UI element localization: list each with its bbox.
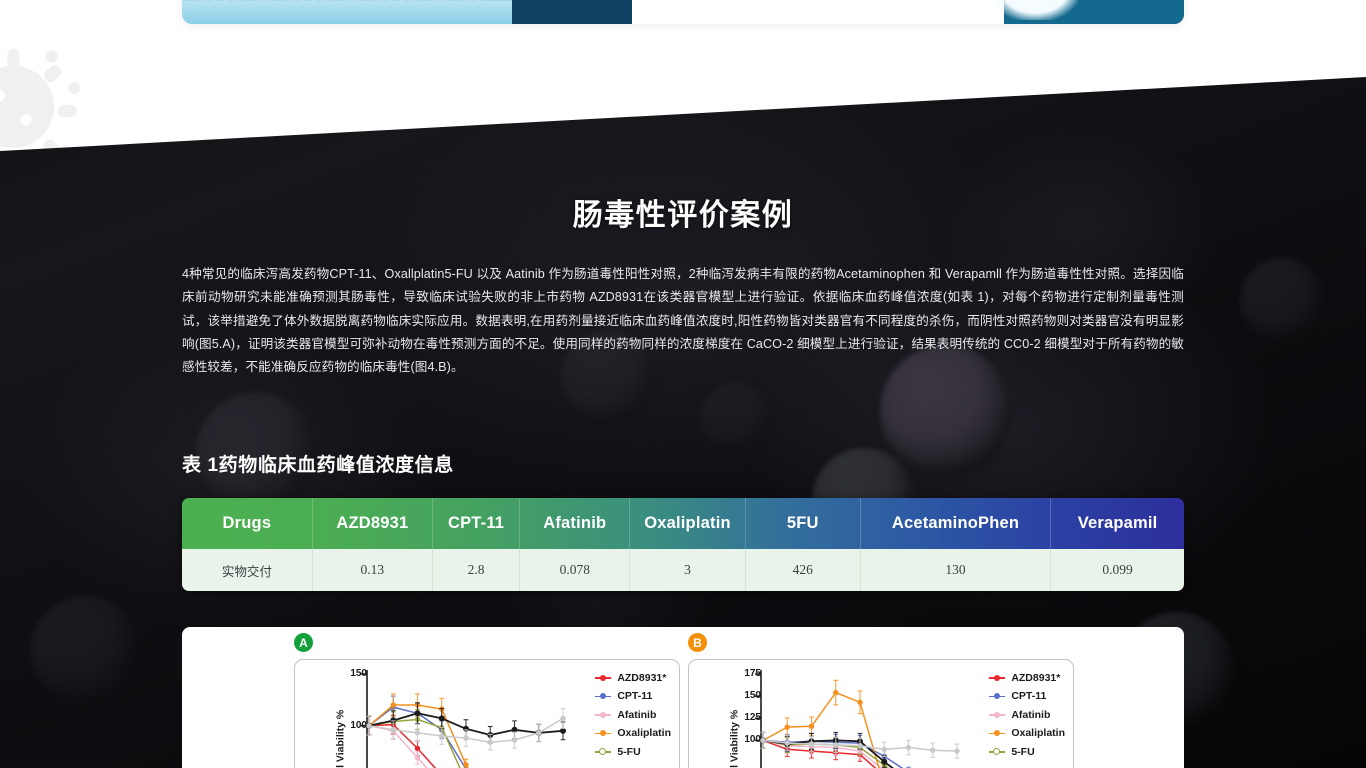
chart-legend-item: CPT-11 bbox=[989, 689, 1065, 704]
table-cell: 426 bbox=[745, 549, 861, 591]
table-header-cell: AcetaminoPhen bbox=[860, 498, 1052, 549]
figure-card: A Cell Viability % 100 150 AZD8931* CPT-11… bbox=[182, 627, 1184, 768]
legend-marker-icon bbox=[989, 747, 1006, 756]
table-row: 实物交付 0.13 2.8 0.078 3 426 130 0.099 bbox=[182, 549, 1184, 591]
legend-item-label: 5-FU bbox=[1011, 745, 1035, 758]
legend-marker-icon bbox=[595, 710, 612, 719]
table-cell: 2.8 bbox=[432, 549, 521, 591]
legend-marker-icon bbox=[989, 710, 1006, 719]
plot-box-b: Cell Viability % 100 125 150 175 AZD8931* CP… bbox=[688, 659, 1074, 768]
panel-badge-a: A bbox=[294, 633, 313, 652]
legend-item-label: AZD8931* bbox=[617, 671, 667, 684]
legend-item-label: Afatinib bbox=[1011, 708, 1051, 721]
chart-panel-a: A Cell Viability % 100 150 AZD8931* CPT-11… bbox=[294, 633, 680, 768]
panel-badge-b: B bbox=[688, 633, 707, 652]
legend-marker-icon bbox=[595, 692, 612, 701]
table-header-cell: Verapamil bbox=[1077, 514, 1158, 532]
chart-panel-b: B Cell Viability % 100 125 150 175 AZD8931*… bbox=[688, 633, 1074, 768]
chart-legend-item: Oxaliplatin bbox=[989, 726, 1065, 741]
table-cell: 0.099 bbox=[1050, 549, 1184, 591]
legend-item-label: CPT-11 bbox=[617, 690, 653, 702]
table-header-cell: CPT-11 bbox=[432, 498, 521, 549]
legend-marker-icon bbox=[595, 673, 612, 682]
table-cell: 130 bbox=[860, 549, 1052, 591]
legend-item-label: AZD8931* bbox=[1011, 671, 1061, 684]
legend-item-label: Oxaliplatin bbox=[617, 727, 671, 739]
table-header-row: Drugs AZD8931 CPT-11 Afatinib Oxaliplatin 5FU… bbox=[182, 498, 1184, 549]
legend-marker-icon bbox=[595, 729, 612, 738]
table-cell: 0.13 bbox=[312, 549, 433, 591]
table-header-cell: Oxaliplatin bbox=[629, 498, 746, 549]
drug-concentration-table: Drugs AZD8931 CPT-11 Afatinib Oxaliplatin 5FU… bbox=[182, 498, 1184, 591]
chart-legend-item: Afatinib bbox=[595, 707, 671, 722]
table-header-cell: 5FU bbox=[745, 498, 861, 549]
page-root: 肠毒性评价案例 4种常见的临床泻高发药物CPT-11、Oxallplatin5-… bbox=[0, 0, 1366, 768]
chart-legend-item: Afatinib bbox=[989, 707, 1065, 722]
legend-marker-icon bbox=[989, 692, 1006, 701]
legend-item-label: Oxaliplatin bbox=[1011, 727, 1065, 739]
content-layer: 肠毒性评价案例 4种常见的临床泻高发药物CPT-11、Oxallplatin5-… bbox=[0, 0, 1366, 768]
chart-legend-item: AZD8931* bbox=[595, 670, 671, 685]
chart-legend-item: AZD8931* bbox=[989, 670, 1065, 685]
legend-marker-icon bbox=[989, 729, 1006, 738]
chart-legend-item: 5-FU bbox=[595, 744, 671, 759]
drug-concentration-table-wrapper: Drugs AZD8931 CPT-11 Afatinib Oxaliplatin 5FU… bbox=[182, 498, 1184, 591]
plot-box-a: Cell Viability % 100 150 AZD8931* CPT-11 Af… bbox=[294, 659, 680, 768]
legend-marker-icon bbox=[989, 673, 1006, 682]
table-cell: 实物交付 bbox=[182, 549, 313, 591]
table-header-cell: Drugs bbox=[182, 498, 313, 549]
page-title: 肠毒性评价案例 bbox=[572, 199, 794, 232]
chart-legend-b: AZD8931* CPT-11 Afatinib Oxaliplatin 5-FU bbox=[989, 670, 1065, 759]
table-body: 实物交付 0.13 2.8 0.078 3 426 130 0.099 bbox=[182, 549, 1184, 591]
table-header-cell: Afatinib bbox=[519, 498, 631, 549]
chart-legend-a: AZD8931* CPT-11 Afatinib Oxaliplatin 5-FU bbox=[595, 670, 671, 759]
table-header: Drugs AZD8931 CPT-11 Afatinib Oxaliplatin 5FU… bbox=[182, 498, 1184, 549]
legend-item-label: Afatinib bbox=[617, 708, 657, 721]
legend-marker-icon bbox=[595, 747, 612, 756]
chart-legend-item: Oxaliplatin bbox=[595, 726, 671, 741]
chart-legend-item: 5-FU bbox=[989, 744, 1065, 759]
legend-item-label: 5-FU bbox=[617, 745, 641, 758]
chart-legend-item: CPT-11 bbox=[595, 689, 671, 704]
table-caption: 表 1药物临床血药峰值浓度信息 bbox=[182, 455, 454, 476]
table-cell: 3 bbox=[629, 549, 746, 591]
section-paragraph: 4种常见的临床泻高发药物CPT-11、Oxallplatin5-FU 以及 Aa… bbox=[182, 267, 1184, 375]
legend-item-label: CPT-11 bbox=[1011, 690, 1047, 702]
table-header-cell: AZD8931 bbox=[312, 498, 433, 549]
table-cell: 0.078 bbox=[519, 549, 631, 591]
